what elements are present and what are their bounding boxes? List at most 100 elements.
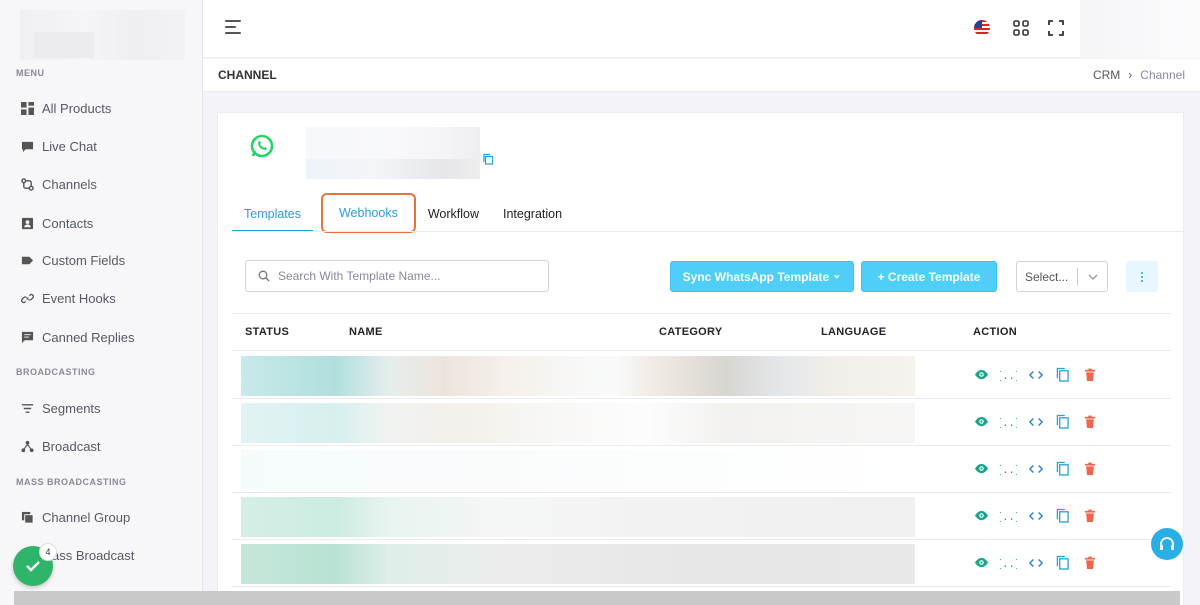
copy-icon[interactable] — [1054, 413, 1071, 430]
code-icon[interactable] — [1027, 413, 1044, 430]
variables-icon[interactable]: {..} — [1000, 554, 1017, 571]
delete-icon[interactable] — [1081, 507, 1098, 524]
select-separator — [1077, 268, 1078, 286]
sidebar-item-channel-group[interactable]: Channel Group — [20, 510, 130, 525]
svg-text:{..}: {..} — [1000, 557, 1017, 569]
more-options-button[interactable] — [1126, 261, 1158, 292]
copy-icon[interactable] — [1054, 460, 1071, 477]
select-value: Select... — [1025, 269, 1069, 284]
column-language[interactable]: LANGUAGE — [821, 326, 886, 338]
copy-icon[interactable] — [1054, 507, 1071, 524]
delete-icon[interactable] — [1081, 554, 1098, 571]
sidebar: MENU All Products Live Chat Channels Con… — [0, 0, 203, 605]
page-title: CHANNEL — [218, 68, 277, 82]
code-icon[interactable] — [1027, 507, 1044, 524]
breadcrumb-channel: Channel — [1140, 68, 1185, 82]
create-template-button[interactable]: + Create Template — [861, 261, 997, 292]
svg-text:{..}: {..} — [1000, 416, 1017, 428]
sync-button-label: Sync WhatsApp Template — [682, 269, 830, 284]
check-icon — [26, 561, 40, 572]
sidebar-item-channels[interactable]: Channels — [20, 177, 97, 192]
variables-icon[interactable]: {..} — [1000, 413, 1017, 430]
tab-divider — [232, 231, 1185, 232]
svg-text:{..}: {..} — [1000, 369, 1017, 381]
tab-workflow[interactable]: Workflow — [416, 201, 491, 231]
delete-icon[interactable] — [1081, 413, 1098, 430]
redacted-row-content — [241, 544, 915, 584]
sidebar-item-label: ass Broadcast — [52, 548, 135, 563]
copy-icon[interactable] — [482, 152, 494, 165]
tag-icon — [20, 254, 34, 268]
contact-card-icon — [20, 217, 34, 231]
code-icon[interactable] — [1027, 366, 1044, 383]
svg-text:{..}: {..} — [1000, 510, 1017, 522]
sidebar-item-label: Custom Fields — [42, 253, 126, 268]
sidebar-item-broadcast[interactable]: Broadcast — [20, 439, 101, 454]
svg-text:{..}: {..} — [1000, 463, 1017, 475]
search-icon — [258, 270, 270, 282]
sidebar-item-label: Broadcast — [42, 439, 101, 454]
view-icon[interactable] — [973, 460, 990, 477]
sidebar-item-canned-replies[interactable]: Canned Replies — [20, 330, 135, 345]
sidebar-item-label: Canned Replies — [42, 330, 135, 345]
code-icon[interactable] — [1027, 460, 1044, 477]
sidebar-item-label: Contacts — [42, 216, 94, 231]
sidebar-item-all-products[interactable]: All Products — [20, 101, 111, 116]
sidebar-item-mass-broadcast[interactable]: ass Broadcast — [52, 548, 134, 563]
template-search — [245, 260, 549, 292]
column-name[interactable]: NAME — [349, 326, 383, 338]
menu-toggle-icon[interactable] — [225, 20, 243, 36]
menu-section-title: MENU — [16, 68, 45, 78]
app-logo[interactable] — [20, 10, 185, 60]
column-category[interactable]: CATEGORY — [659, 326, 723, 338]
notification-badge: 4 — [39, 543, 57, 561]
whatsapp-icon — [249, 133, 275, 159]
breadcrumb-crm[interactable]: CRM — [1093, 68, 1120, 82]
code-icon[interactable] — [1027, 554, 1044, 571]
delete-icon[interactable] — [1081, 460, 1098, 477]
channels-icon — [20, 178, 34, 192]
group-icon — [20, 511, 34, 525]
broadcasting-section-title: BROADCASTING — [16, 367, 96, 377]
fullscreen-icon[interactable] — [1047, 19, 1065, 37]
tab-templates[interactable]: Templates — [232, 201, 313, 231]
horizontal-scrollbar[interactable] — [14, 591, 1180, 605]
sidebar-item-event-hooks[interactable]: Event Hooks — [20, 291, 116, 306]
page-title-bar: CHANNEL CRM › Channel — [203, 59, 1200, 92]
variables-icon[interactable]: {..} — [1000, 460, 1017, 477]
tab-integration[interactable]: Integration — [491, 201, 574, 231]
variables-icon[interactable]: {..} — [1000, 366, 1017, 383]
kebab-icon — [1141, 271, 1143, 282]
delete-icon[interactable] — [1081, 366, 1098, 383]
view-icon[interactable] — [973, 507, 990, 524]
table-row: {..} — [232, 352, 1171, 399]
column-status[interactable]: STATUS — [245, 326, 289, 338]
sidebar-item-custom-fields[interactable]: Custom Fields — [20, 253, 125, 268]
table-row: {..} — [232, 493, 1171, 540]
user-profile[interactable] — [1080, 0, 1200, 58]
copy-icon[interactable] — [1054, 366, 1071, 383]
us-flag-icon[interactable] — [974, 20, 990, 36]
column-action[interactable]: ACTION — [973, 326, 1017, 338]
sidebar-item-label: All Products — [42, 101, 112, 116]
view-icon[interactable] — [973, 413, 990, 430]
sidebar-item-live-chat[interactable]: Live Chat — [20, 139, 97, 154]
table-header: STATUS NAME CATEGORY LANGUAGE ACTION — [232, 313, 1171, 351]
copy-icon[interactable] — [1054, 554, 1071, 571]
tab-webhooks[interactable]: Webhooks — [320, 193, 416, 233]
filter-select[interactable]: Select... — [1016, 261, 1108, 292]
sidebar-item-label: Live Chat — [42, 139, 97, 154]
sidebar-item-contacts[interactable]: Contacts — [20, 216, 93, 231]
support-chat-button[interactable] — [1151, 528, 1183, 560]
row-actions: {..} — [973, 554, 1098, 571]
variables-icon[interactable]: {..} — [1000, 507, 1017, 524]
grid-icon — [20, 102, 34, 116]
view-icon[interactable] — [973, 554, 990, 571]
message-icon — [20, 331, 34, 345]
sidebar-item-segments[interactable]: Segments — [20, 401, 101, 416]
search-input[interactable] — [278, 269, 538, 283]
view-icon[interactable] — [973, 366, 990, 383]
apps-grid-icon[interactable] — [1012, 19, 1030, 37]
row-actions: {..} — [973, 366, 1098, 383]
sync-whatsapp-template-button[interactable]: Sync WhatsApp Template ⌄ — [670, 261, 854, 292]
